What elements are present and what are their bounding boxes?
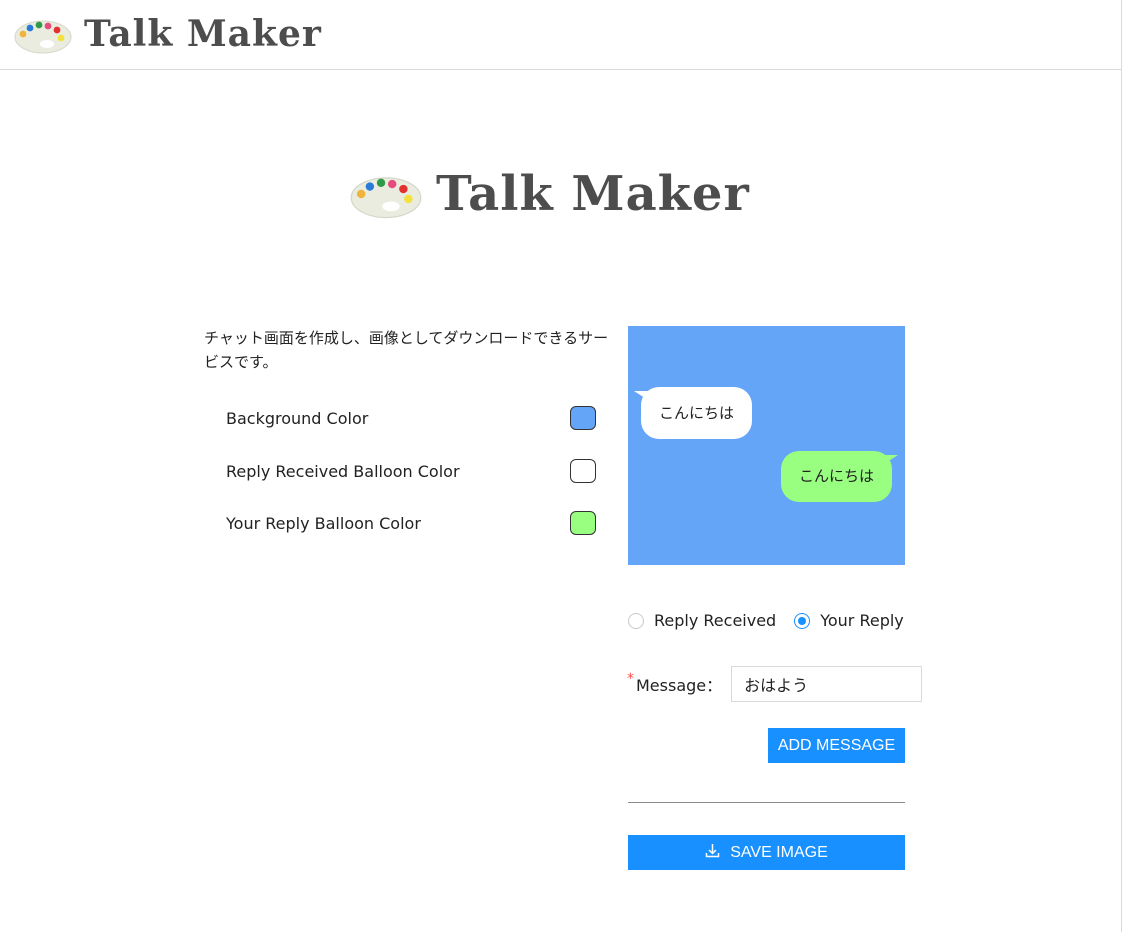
save-image-label: SAVE IMAGE [730, 843, 828, 861]
chat-preview: こんにちは こんにちは [628, 326, 905, 565]
received-balloon: こんにちは [641, 387, 753, 439]
app-header: Talk Maker [0, 0, 1121, 70]
your-balloon-color-setting: Your Reply Balloon Color [226, 509, 596, 537]
radio-reply-received-label: Reply Received [654, 611, 777, 630]
radio-circle-icon[interactable] [794, 612, 811, 629]
required-asterisk: * [627, 671, 634, 687]
your-balloon: こんにちは [780, 451, 892, 502]
background-color-picker[interactable] [570, 406, 596, 430]
received-balloon-color-setting: Reply Received Balloon Color [226, 457, 596, 485]
add-message-button[interactable]: ADD MESSAGE [768, 728, 905, 763]
radio-your-reply[interactable]: Your Reply [794, 611, 904, 630]
download-icon [705, 843, 730, 863]
radio-your-reply-label: Your Reply [820, 611, 904, 630]
divider [628, 802, 905, 803]
your-balloon-color-label: Your Reply Balloon Color [226, 513, 421, 533]
palette-icon [350, 166, 422, 222]
message-form-row: * Message： [627, 666, 923, 702]
received-balloon-color-label: Reply Received Balloon Color [226, 461, 460, 481]
background-color-label: Background Color [226, 408, 369, 428]
radio-circle-icon[interactable] [628, 612, 644, 629]
received-balloon-color-picker[interactable] [570, 459, 596, 483]
header-logo-text: Talk Maker [84, 13, 322, 55]
message-label-text: Message [636, 676, 707, 695]
header-logo[interactable]: Talk Maker [14, 12, 322, 56]
reply-type-radio-group: Reply Received Your Reply [628, 611, 904, 630]
background-color-setting: Background Color [226, 404, 596, 432]
service-description: チャット画面を作成し、画像としてダウンロードできるサービスです。 [204, 329, 609, 371]
hero-logo: Talk Maker [350, 166, 750, 222]
palette-icon [14, 12, 72, 56]
radio-reply-received[interactable]: Reply Received [628, 611, 776, 630]
save-image-button[interactable]: SAVE IMAGE [628, 835, 905, 870]
message-input[interactable] [731, 666, 923, 702]
add-message-label: ADD MESSAGE [777, 736, 896, 754]
hero-logo-text: Talk Maker [436, 166, 750, 222]
your-balloon-color-picker[interactable] [570, 511, 596, 535]
message-label: Message： [636, 676, 723, 695]
